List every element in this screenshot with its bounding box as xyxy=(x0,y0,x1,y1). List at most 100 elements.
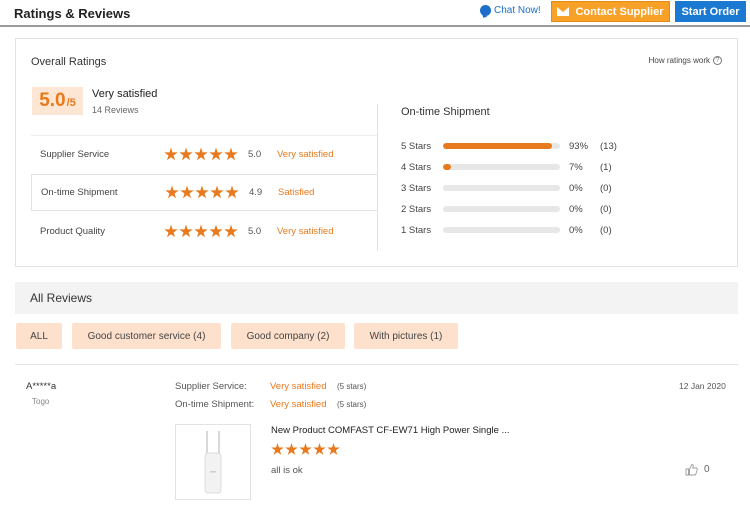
star-icon xyxy=(179,224,193,238)
header: Ratings & Reviews Chat Now! Contact Supp… xyxy=(0,0,750,27)
question-icon: ? xyxy=(713,56,722,65)
shipment-bar-row: 5 Stars 93% (13) xyxy=(401,139,617,153)
progress-track xyxy=(443,227,560,233)
filter-good-customer-service[interactable]: Good customer service (4) xyxy=(72,323,221,349)
how-ratings-work-link[interactable]: How ratings work ? xyxy=(649,56,722,65)
shipment-bar-row: 4 Stars 7% (1) xyxy=(401,160,612,174)
review-comment: all is ok xyxy=(271,465,303,476)
all-reviews-title: All Reviews xyxy=(30,291,93,305)
star-icon xyxy=(194,224,208,238)
percent-label: 0% xyxy=(569,224,583,236)
star-icon xyxy=(271,443,284,455)
star-icon xyxy=(165,185,179,199)
overall-score: 5.0 xyxy=(39,90,66,111)
count-label: (0) xyxy=(600,203,612,215)
rating-label: Very satisfied xyxy=(277,226,334,237)
rating-category-name: Product Quality xyxy=(40,226,105,237)
contact-supplier-button[interactable]: Contact Supplier xyxy=(551,1,670,22)
progress-track xyxy=(443,185,560,191)
percent-label: 0% xyxy=(569,203,583,215)
star-icon xyxy=(313,443,326,455)
star-icon xyxy=(327,443,340,455)
star-icon xyxy=(209,147,223,161)
progress-fill xyxy=(443,164,452,170)
product-title-link[interactable]: New Product COMFAST CF-EW71 High Power S… xyxy=(271,425,509,436)
review-rating-key: On-time Shipment: xyxy=(175,399,255,410)
rating-label: Very satisfied xyxy=(277,149,334,160)
all-reviews-header: All Reviews xyxy=(15,282,738,314)
review-on-time-shipment: On-time Shipment: Very satisfied (5 star… xyxy=(175,399,366,410)
vertical-divider xyxy=(377,104,378,251)
star-level-label: 5 Stars xyxy=(401,140,432,152)
overall-score-label: Very satisfied xyxy=(92,88,158,100)
shipment-bar-row: 2 Stars 0% (0) xyxy=(401,202,612,216)
rating-row-on-time-shipment[interactable]: On-time Shipment 4.9 Satisfied xyxy=(31,174,378,211)
helpful-count: 0 xyxy=(704,464,710,475)
star-icon xyxy=(210,185,224,199)
reviewer-country: Togo xyxy=(32,397,50,406)
rating-stars xyxy=(164,147,248,162)
rating-label: Satisfied xyxy=(278,187,315,198)
count-label: (1) xyxy=(600,161,612,173)
contact-supplier-label: Contact Supplier xyxy=(575,5,664,18)
rating-score: 5.0 xyxy=(248,149,262,160)
rating-score: 5.0 xyxy=(248,226,262,237)
shipment-bar-row: 3 Stars 0% (0) xyxy=(401,181,612,195)
progress-fill xyxy=(443,143,552,149)
review-stars xyxy=(271,443,340,456)
overall-score-max: /5 xyxy=(66,97,76,109)
percent-label: 0% xyxy=(569,182,583,194)
star-icon xyxy=(194,147,208,161)
chat-bubble-icon xyxy=(480,5,491,16)
rating-stars xyxy=(165,185,249,200)
count-label: (0) xyxy=(600,182,612,194)
overall-ratings-title: Overall Ratings xyxy=(31,56,107,68)
page-title: Ratings & Reviews xyxy=(14,6,131,21)
ratings-panel: Overall Ratings How ratings work ? 5.0 /… xyxy=(15,38,738,267)
start-order-button[interactable]: Start Order xyxy=(675,1,746,22)
rating-row-supplier-service[interactable]: Supplier Service 5.0 Very satisfied xyxy=(31,136,378,173)
star-icon xyxy=(164,224,178,238)
router-image xyxy=(204,431,222,494)
star-icon xyxy=(299,443,312,455)
star-icon xyxy=(224,224,238,238)
envelope-icon xyxy=(557,7,570,16)
rating-category-name: Supplier Service xyxy=(40,149,110,160)
star-icon xyxy=(225,185,239,199)
chat-now-label: Chat Now! xyxy=(494,5,541,16)
helpful-button[interactable]: 0 xyxy=(685,463,710,476)
how-ratings-work-label: How ratings work xyxy=(648,56,710,65)
shipment-breakdown-title: On-time Shipment xyxy=(401,106,490,118)
rating-stars xyxy=(164,224,248,239)
filter-all[interactable]: ALL xyxy=(16,323,62,349)
rating-score: 4.9 xyxy=(249,187,263,198)
divider xyxy=(15,364,738,365)
chat-now-link[interactable]: Chat Now! xyxy=(480,5,541,16)
rating-row-product-quality[interactable]: Product Quality 5.0 Very satisfied xyxy=(31,213,378,250)
filter-with-pictures[interactable]: With pictures (1) xyxy=(354,323,458,349)
review-rating-stars: (5 stars) xyxy=(337,400,367,409)
review-rating-value: Very satisfied xyxy=(270,381,327,392)
star-icon xyxy=(285,443,298,455)
review-rating-value: Very satisfied xyxy=(270,399,327,410)
count-label: (13) xyxy=(600,140,617,152)
overall-score-badge: 5.0 /5 xyxy=(32,87,83,115)
percent-label: 7% xyxy=(569,161,583,173)
reviewer-name: A*****a xyxy=(26,381,57,392)
star-icon xyxy=(224,147,238,161)
star-level-label: 1 Stars xyxy=(401,224,432,236)
rating-category-name: On-time Shipment xyxy=(41,187,118,198)
percent-label: 93% xyxy=(569,140,589,152)
review-date: 12 Jan 2020 xyxy=(679,381,726,391)
review-count: 14 Reviews xyxy=(92,105,139,115)
divider xyxy=(31,135,378,136)
filter-good-company[interactable]: Good company (2) xyxy=(231,323,345,349)
star-icon xyxy=(164,147,178,161)
progress-track xyxy=(443,143,560,149)
product-thumbnail[interactable] xyxy=(175,424,251,500)
star-icon xyxy=(179,147,193,161)
star-icon xyxy=(180,185,194,199)
review-rating-key: Supplier Service: xyxy=(175,381,247,392)
progress-track xyxy=(443,164,560,170)
progress-track xyxy=(443,206,560,212)
